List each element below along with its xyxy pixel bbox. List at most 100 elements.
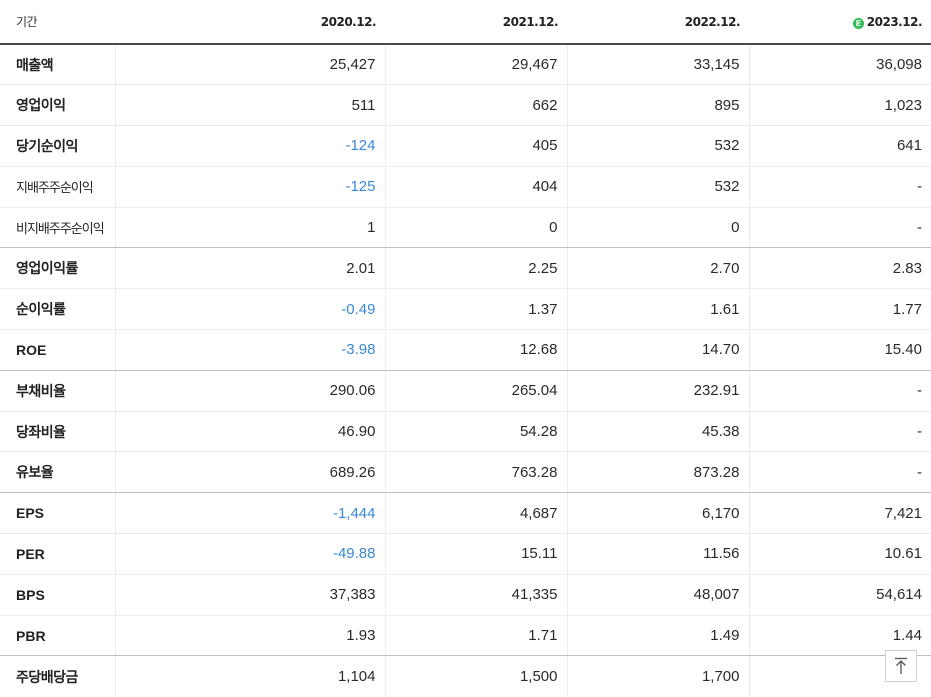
value-cell: 2.83 [748, 247, 931, 290]
row-label: 당기순이익 [0, 125, 115, 167]
value-cell: 33,145 [566, 44, 749, 86]
value-cell: - [748, 451, 931, 494]
value-cell: 41,335 [384, 574, 567, 616]
row-label: 당좌비율 [0, 411, 115, 453]
value-cell: 2.01 [114, 247, 385, 290]
table-row: 당기순이익 -124 405 532 641 [0, 125, 931, 167]
row-label: 영업이익률 [0, 247, 115, 290]
value-cell: 265.04 [384, 370, 567, 412]
period-header: 2021.12. [385, 0, 567, 45]
value-cell: 1 [114, 207, 385, 249]
financial-summary-table: 기간 2020.12. 2021.12. 2022.12. E 2023.12. … [0, 0, 931, 697]
table-row: 순이익률 -0.49 1.37 1.61 1.77 [0, 288, 931, 331]
value-cell: 1.93 [114, 615, 385, 657]
value-cell: - [748, 411, 931, 453]
table-row: EPS -1,444 4,687 6,170 7,421 [0, 492, 931, 535]
value-cell: 6,170 [566, 492, 749, 535]
value-cell: -125 [114, 166, 385, 208]
value-cell: 48,007 [566, 574, 749, 616]
value-cell: 14.70 [566, 329, 749, 371]
row-label: BPS [0, 574, 115, 616]
value-cell: - [748, 370, 931, 412]
row-label: EPS [0, 492, 115, 535]
row-label: PER [0, 533, 115, 575]
row-label: ROE [0, 329, 115, 371]
value-cell: 763.28 [384, 451, 567, 494]
period-header-estimate: E 2023.12. [749, 0, 931, 45]
value-cell: 511 [114, 84, 385, 127]
value-cell: 12.68 [384, 329, 567, 371]
value-cell: 532 [566, 125, 749, 167]
header-row: 기간 2020.12. 2021.12. 2022.12. E 2023.12. [0, 0, 931, 45]
value-cell: 4,687 [384, 492, 567, 535]
value-cell: 7,421 [748, 492, 931, 535]
row-label: 순이익률 [0, 288, 115, 331]
value-cell: 873.28 [566, 451, 749, 494]
value-cell: 290.06 [114, 370, 385, 412]
period-header-label: 기간 [0, 0, 115, 45]
value-cell: 2.25 [384, 247, 567, 290]
value-cell: 1.71 [384, 615, 567, 657]
value-cell: 1.37 [384, 288, 567, 331]
period-header-label-2023: 2023.12. [866, 14, 923, 29]
table-row: PER -49.88 15.11 11.56 10.61 [0, 533, 931, 575]
row-label: 비지배주주순이익 [0, 207, 115, 249]
table-row: 유보율 689.26 763.28 873.28 - [0, 451, 931, 494]
value-cell: 532 [566, 166, 749, 208]
value-cell: 641 [748, 125, 931, 167]
scroll-to-top-button[interactable] [885, 650, 917, 682]
row-label: 주당배당금 [16, 669, 78, 686]
value-cell: 662 [384, 84, 567, 127]
row-label: 유보율 [0, 451, 115, 494]
value-cell: -1,444 [114, 492, 385, 535]
period-header: 2020.12. [115, 0, 385, 45]
value-cell: 404 [384, 166, 567, 208]
value-cell: 11.56 [566, 533, 749, 575]
value-cell: - [748, 166, 931, 208]
value-cell: 54,614 [748, 574, 931, 616]
table-row: 비지배주주순이익 1 0 0 - [0, 207, 931, 249]
value-cell: -3.98 [114, 329, 385, 371]
table-row: BPS 37,383 41,335 48,007 54,614 [0, 574, 931, 616]
table-row: 지배주주순이익 -125 404 532 - [0, 166, 931, 208]
value-cell: 36,098 [748, 44, 931, 86]
value-cell: 895 [566, 84, 749, 127]
table-row: PBR 1.93 1.71 1.49 1.44 [0, 615, 931, 657]
value-cell: 54.28 [384, 411, 567, 453]
value-cell: 2.70 [566, 247, 749, 290]
value-cell: 0 [384, 207, 567, 249]
row-label: 매출액 [0, 44, 115, 86]
value-cell: -0.49 [114, 288, 385, 331]
table-row: ROE -3.98 12.68 14.70 15.40 [0, 329, 931, 371]
table-row: 주당배당금 1,104 1,500 1,700 [0, 655, 931, 697]
value-cell: 15.40 [748, 329, 931, 371]
value-cell: 15.11 [384, 533, 567, 575]
table-row: 매출액 25,427 29,467 33,145 36,098 [0, 44, 931, 86]
value-cell: 1.61 [566, 288, 749, 331]
value-cell: 29,467 [384, 44, 567, 86]
value-cell: 1.77 [748, 288, 931, 331]
value-cell: 45.38 [566, 411, 749, 453]
row-label: 부채비율 [0, 370, 115, 412]
value-cell: 37,383 [114, 574, 385, 616]
value-cell: 10.61 [748, 533, 931, 575]
value-cell: -49.88 [114, 533, 385, 575]
value-cell: 1,500 [384, 655, 567, 697]
arrow-up-to-line-icon [895, 657, 907, 674]
value-cell: 25,427 [114, 44, 385, 86]
value-cell: 689.26 [114, 451, 385, 494]
row-label: 영업이익 [0, 84, 115, 127]
estimate-badge-icon: E [852, 17, 864, 29]
value-cell: 405 [384, 125, 567, 167]
value-cell: 1,104 [114, 655, 385, 697]
value-cell: 232.91 [566, 370, 749, 412]
value-cell: 1.49 [566, 615, 749, 657]
table-row: 부채비율 290.06 265.04 232.91 - [0, 370, 931, 412]
row-label: PBR [0, 615, 115, 657]
value-cell: 1,023 [748, 84, 931, 127]
value-cell: 0 [566, 207, 749, 249]
value-cell: 1,700 [566, 655, 749, 697]
value-cell: 46.90 [114, 411, 385, 453]
table-row: 당좌비율 46.90 54.28 45.38 - [0, 411, 931, 453]
table-row: 영업이익 511 662 895 1,023 [0, 84, 931, 127]
